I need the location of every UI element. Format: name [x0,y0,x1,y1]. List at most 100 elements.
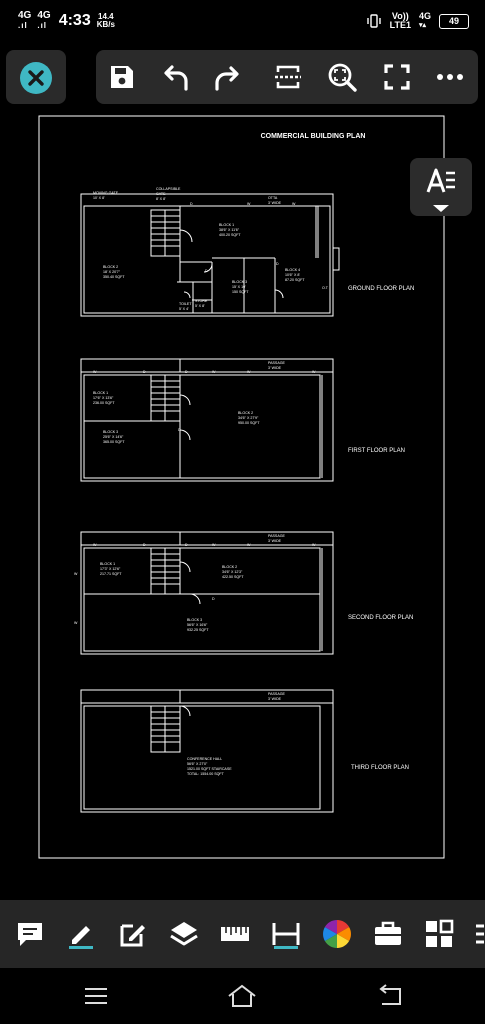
undo-button[interactable] [159,61,191,93]
ot-label: O.T [322,286,329,290]
third-floor-labels: PASSAGE 3' WIDE CONFERENCE HALL 56'6" X … [187,692,286,776]
close-icon [28,70,44,86]
first-floor-plan [80,358,334,482]
color-button[interactable] [321,918,353,950]
dimension-button[interactable] [270,918,302,950]
redo-button[interactable] [212,61,244,93]
toilet-label: TOILET [179,302,192,306]
f2-block2-name: BLOCK 2 [222,565,237,569]
svg-text:D: D [212,597,215,601]
save-icon [111,66,133,88]
home-nav-button[interactable] [226,982,258,1010]
f3-passage-size: 3' WIDE [268,697,282,701]
back-icon [379,984,401,1005]
ground-floor-label: GROUND FLOOR PLAN [348,286,414,292]
more-tools-button[interactable] [472,918,485,950]
home-icon [228,984,256,1007]
blocks-button[interactable] [423,918,455,950]
svg-text:W: W [292,202,296,206]
svg-text:D: D [190,202,193,206]
status-bar: 4G .ıl 4G .ıl 4:33 14.4 KB/s Vo)) LTE1 4G … [0,0,485,42]
comment-icon [18,923,42,946]
gate-size: 8' X 8' [156,197,166,201]
gate-label: GATE [156,192,166,196]
pencil-icon [69,926,93,949]
g-block3-name: BLOCK 3 [232,280,247,284]
store-size: 5' X 8' [195,304,205,308]
svg-text:D: D [185,543,188,547]
f2-block1-area: 217.71 SQFT [100,572,122,576]
third-floor-label: THIRD FLOOR PLAN [351,765,409,771]
f3-hall-name: CONFERENCE HALL [187,757,222,761]
cad-drawing[interactable]: COMMERCIAL BUILDING PLAN MOVING GATE 10'… [0,108,485,898]
zoom-button[interactable] [326,61,358,93]
svg-text:D: D [276,262,279,266]
svg-text:W: W [74,572,78,576]
toolbox-icon [375,921,401,945]
menu-icon [85,988,107,1004]
sim1-label: 4G [18,10,32,21]
more-button[interactable] [434,61,466,93]
top-toolbar [96,50,478,104]
system-nav-bar [0,968,485,1024]
save-button[interactable] [106,61,138,93]
layers-icon [170,922,198,946]
g-block4-size: 10'6" X 8' [285,273,300,277]
second-floor-label: SECOND FLOOR PLAN [348,615,413,621]
sim2-label: 4G [37,10,51,21]
pencil-button[interactable] [65,918,97,950]
layers-button[interactable] [168,918,200,950]
moving-gate-label: MOVING GATE [93,191,119,195]
f2-block3-name: BLOCK 3 [187,618,202,622]
g-block2-size: 18' X 20'7" [103,270,121,274]
sim1-signal: 4G .ıl [18,10,32,31]
f1-block1-area: 236.00 SQFT [93,401,115,405]
toolbox-button[interactable] [372,918,404,950]
f1-block1-size: 17'6" X 13'6" [93,396,114,400]
redo-icon [215,66,239,91]
vibrate-icon [366,14,381,28]
svg-text:W: W [212,543,216,547]
svg-text:D: D [185,370,188,374]
blocks-icon [426,919,454,947]
f2-block1-size: 17'3" X 12'6" [100,567,121,571]
edit-button[interactable] [117,918,149,950]
dimension-icon [272,923,300,949]
back-nav-button[interactable] [374,982,406,1010]
f3-passage-label: PASSAGE [268,692,286,696]
volte-indicator: Vo)) LTE1 [390,12,411,30]
drawing-canvas[interactable]: COMMERCIAL BUILDING PLAN MOVING GATE 10'… [0,108,485,898]
svg-text:W: W [312,370,316,374]
edit-square-icon [120,924,145,947]
menu-nav-button[interactable] [80,982,112,1010]
comment-button[interactable] [14,918,46,950]
f3-hall-area: 1521.00 SQFT STAIRCASE [187,767,232,771]
net2-label: 4G [418,11,431,21]
f1-passage-label: PASSAGE [268,361,286,365]
f1-block3-name: BLOCK 3 [103,430,118,434]
first-floor-labels: PASSAGE 3' WIDE BLOCK 1 17'6" X 13'6" 23… [93,361,316,444]
f1-block3-size: 25'6" X 14'6" [103,435,124,439]
undo-icon [164,65,188,91]
f1-block2-name: BLOCK 2 [238,411,253,415]
net2-indicator: 4G ▾▴ [419,12,431,30]
more-tools-icon [476,924,484,944]
close-button[interactable] [20,62,52,94]
fullscreen-button[interactable] [381,61,413,93]
second-floor-plan [80,531,334,655]
sheet-border [38,115,445,859]
toilet-size: 5' X 4' [179,307,189,311]
g-block1-size: 38'6" X 11'6" [219,228,240,232]
svg-text:D: D [178,428,181,432]
compare-button[interactable] [272,61,304,93]
f1-block2-size: 34'6" X 27'9" [238,416,259,420]
f1-block3-area: 365.00 SQFT [103,440,125,444]
f3-hall-size: 56'6" X 27'0" [187,762,208,766]
text-style-button[interactable] [410,158,472,216]
g-block3-size: 15' X 10' [232,285,246,289]
drawing-title: COMMERCIAL BUILDING PLAN [261,133,366,140]
moving-gate-size: 10' X 8' [93,196,105,200]
f2-block2-size: 34'6" X 12'3" [222,570,243,574]
svg-text:W: W [93,370,97,374]
ruler-button[interactable] [219,918,251,950]
